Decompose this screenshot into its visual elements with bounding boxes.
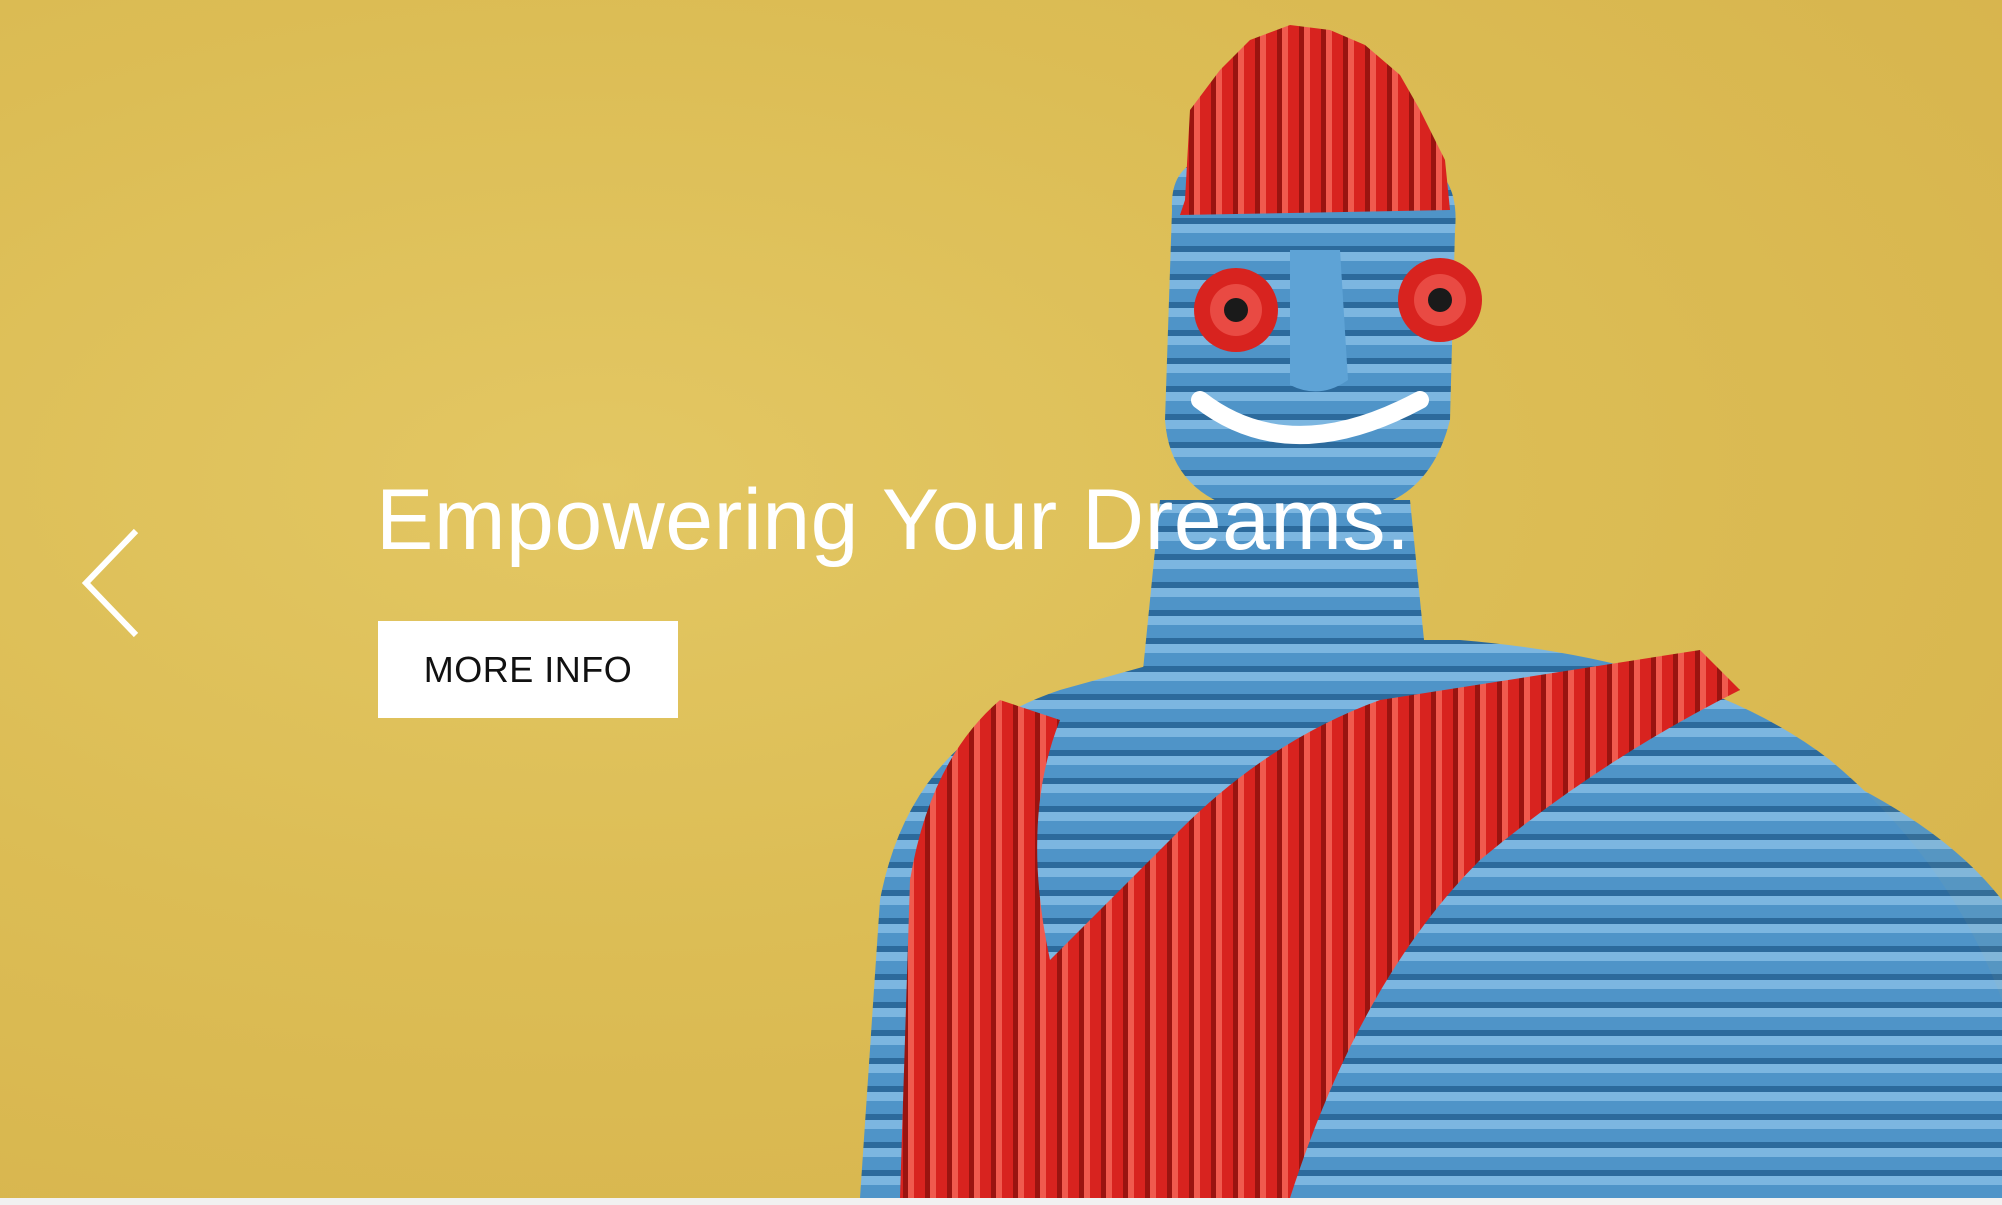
hero-headline: Empowering Your Dreams. xyxy=(376,472,1411,568)
hero-banner: Empowering Your Dreams. MORE INFO xyxy=(0,0,2002,1198)
chevron-left-icon xyxy=(81,528,139,638)
carousel-prev-button[interactable] xyxy=(70,527,150,639)
more-info-button[interactable]: MORE INFO xyxy=(378,621,678,718)
page-bottom-strip xyxy=(0,1198,2002,1205)
hero-figure-image xyxy=(860,25,2002,1198)
